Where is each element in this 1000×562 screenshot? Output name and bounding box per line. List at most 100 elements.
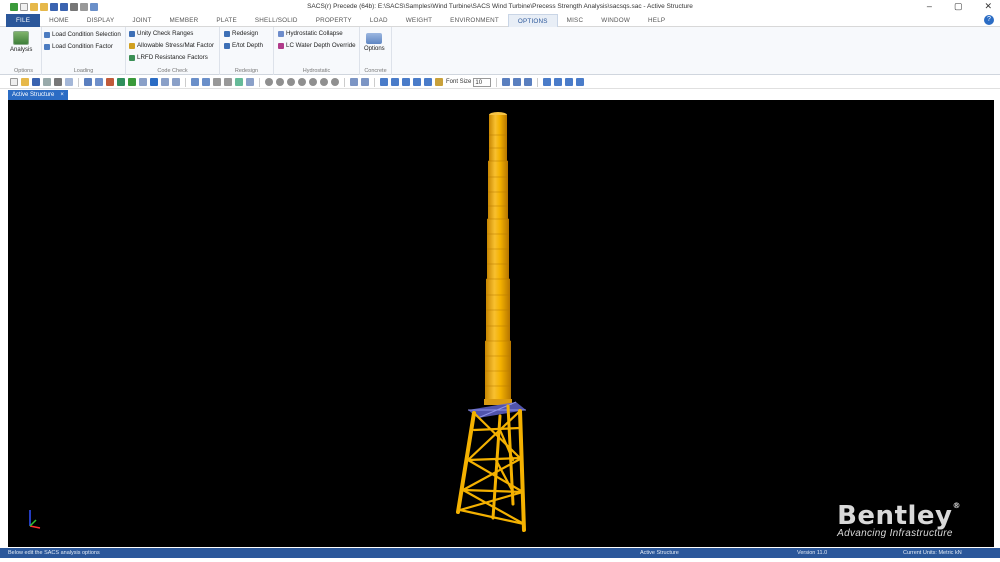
logo-tagline: Advancing Infrastructure <box>837 528 953 539</box>
rotate-icon[interactable] <box>106 78 114 86</box>
redesign-button[interactable]: Redesign <box>224 30 258 37</box>
lrfd-icon <box>129 54 135 61</box>
group-label-code-check: Code Check <box>157 68 188 74</box>
paint-icon[interactable] <box>565 78 574 86</box>
grid-icon[interactable] <box>43 78 51 86</box>
layers-icon[interactable] <box>235 78 243 86</box>
tab-options[interactable]: OPTIONS <box>507 13 558 27</box>
analysis-button[interactable]: Analysis <box>10 31 32 53</box>
filter-icon[interactable] <box>246 78 254 86</box>
status-version: Version 11.0 <box>797 550 828 556</box>
font-size-label: Font Size <box>446 79 472 85</box>
logo-name: Bentley <box>837 501 953 531</box>
view-top-icon[interactable] <box>161 78 169 86</box>
shade-2-icon[interactable] <box>276 78 284 86</box>
shade-3-icon[interactable] <box>287 78 295 86</box>
concrete-options-button[interactable]: Options <box>364 33 385 52</box>
tab-property[interactable]: PROPERTY <box>307 14 361 27</box>
redo-view-icon[interactable] <box>202 78 210 86</box>
measure-icon[interactable] <box>513 78 522 86</box>
tab-help[interactable]: HELP <box>639 14 674 27</box>
close-button[interactable]: ✕ <box>984 1 992 12</box>
tab-environment[interactable]: ENVIRONMENT <box>441 14 508 27</box>
shade-4-icon[interactable] <box>298 78 306 86</box>
tab-weight[interactable]: WEIGHT <box>397 14 441 27</box>
view-iso-icon[interactable] <box>172 78 180 86</box>
ribbon-group-redesign: Redesign E/tot Depth Redesign <box>220 27 274 75</box>
tab-file[interactable]: FILE <box>6 13 41 27</box>
plate-icon[interactable] <box>413 78 421 86</box>
save-icon[interactable] <box>32 78 40 86</box>
hydrostatic-collapse-button[interactable]: Hydrostatic Collapse <box>278 30 343 37</box>
joint-icon[interactable] <box>391 78 399 86</box>
status-hint: Below edit the SACS analysis options <box>8 550 100 556</box>
pointer-icon[interactable] <box>502 78 511 86</box>
help-icon[interactable]: ? <box>984 15 994 25</box>
zoom-window-icon[interactable] <box>554 78 563 86</box>
ribbon-group-options: Analysis Options <box>6 27 42 75</box>
font-size-select[interactable]: 10 <box>473 77 492 87</box>
view-front-icon[interactable] <box>139 78 147 86</box>
model-viewport[interactable]: Bentley® Advancing Infrastructure <box>8 100 994 547</box>
lc-water-depth-button[interactable]: LC Water Depth Override <box>278 42 356 49</box>
shade-7-icon[interactable] <box>331 78 339 86</box>
view-side-icon[interactable] <box>150 78 158 86</box>
tab-window[interactable]: WINDOW <box>592 14 639 27</box>
ribbon-group-hydrostatic: Hydrostatic Collapse LC Water Depth Over… <box>274 27 360 75</box>
tower-shaft <box>485 112 511 399</box>
minimize-button[interactable]: – <box>927 1 932 12</box>
axis-icon[interactable] <box>402 78 410 86</box>
ribbon-group-concrete: Options Concrete <box>360 27 392 75</box>
shade-1-icon[interactable] <box>265 78 273 86</box>
zoom-in-icon[interactable] <box>543 78 552 86</box>
open-icon[interactable] <box>21 78 29 86</box>
shade-5-icon[interactable] <box>309 78 317 86</box>
refresh-icon[interactable] <box>128 78 136 86</box>
color-icon[interactable] <box>576 78 585 86</box>
font-icon[interactable] <box>435 78 443 86</box>
allowable-stress-button[interactable]: Allowable Stress/Mat Factor <box>129 42 214 49</box>
etot-depth-button[interactable]: E/tot Depth <box>224 42 263 49</box>
display-table-icon[interactable] <box>361 78 369 86</box>
print-icon[interactable] <box>54 78 62 86</box>
toolbar-divider <box>78 77 79 87</box>
undo-view-icon[interactable] <box>191 78 199 86</box>
member-icon[interactable] <box>380 78 388 86</box>
toolbar-divider <box>496 77 498 87</box>
hydrostatic-icon <box>278 30 284 37</box>
pan-icon[interactable] <box>117 78 125 86</box>
load-condition-factor-button[interactable]: Load Condition Factor <box>44 43 113 50</box>
shade-6-icon[interactable] <box>320 78 328 86</box>
wind-turbine-model[interactable] <box>8 100 994 547</box>
tab-joint[interactable]: JOINT <box>123 14 160 27</box>
tab-plate[interactable]: PLATE <box>207 14 245 27</box>
list-icon[interactable] <box>213 78 221 86</box>
maximize-button[interactable]: ▢ <box>954 1 963 12</box>
analysis-icon <box>13 31 30 45</box>
tab-shell-solid[interactable]: SHELL/SOLID <box>246 14 307 27</box>
toolbar-divider <box>185 77 186 87</box>
load-condition-selection-button[interactable]: Load Condition Selection <box>44 31 121 38</box>
tab-display[interactable]: DISPLAY <box>78 14 124 27</box>
new-icon[interactable] <box>10 78 18 86</box>
copy-icon[interactable] <box>65 78 73 86</box>
ribbon-group-code-check: Unity Check Ranges Allowable Stress/Mat … <box>126 27 220 75</box>
tab-home[interactable]: HOME <box>40 14 78 27</box>
logo-registered: ® <box>952 501 961 510</box>
status-bar: Below edit the SACS analysis options Act… <box>0 548 1000 558</box>
display-list-icon[interactable] <box>350 78 358 86</box>
toolbar-divider <box>259 77 260 87</box>
lrfd-resistance-button[interactable]: LRFD Resistance Factors <box>129 54 208 61</box>
unity-check-ranges-button[interactable]: Unity Check Ranges <box>129 30 193 37</box>
concrete-options-icon <box>366 33 383 44</box>
tab-load[interactable]: LOAD <box>361 14 397 27</box>
tab-misc[interactable]: MISC <box>558 14 593 27</box>
zoom-icon[interactable] <box>95 78 103 86</box>
document-tab-close[interactable]: × <box>60 90 64 100</box>
document-tab-active-structure[interactable]: Active Structure × <box>8 90 68 100</box>
grid-snap-icon[interactable] <box>524 78 533 86</box>
tab-member[interactable]: MEMBER <box>161 14 208 27</box>
select-icon[interactable] <box>84 78 92 86</box>
label-icon[interactable] <box>424 78 432 86</box>
table-icon[interactable] <box>224 78 232 86</box>
